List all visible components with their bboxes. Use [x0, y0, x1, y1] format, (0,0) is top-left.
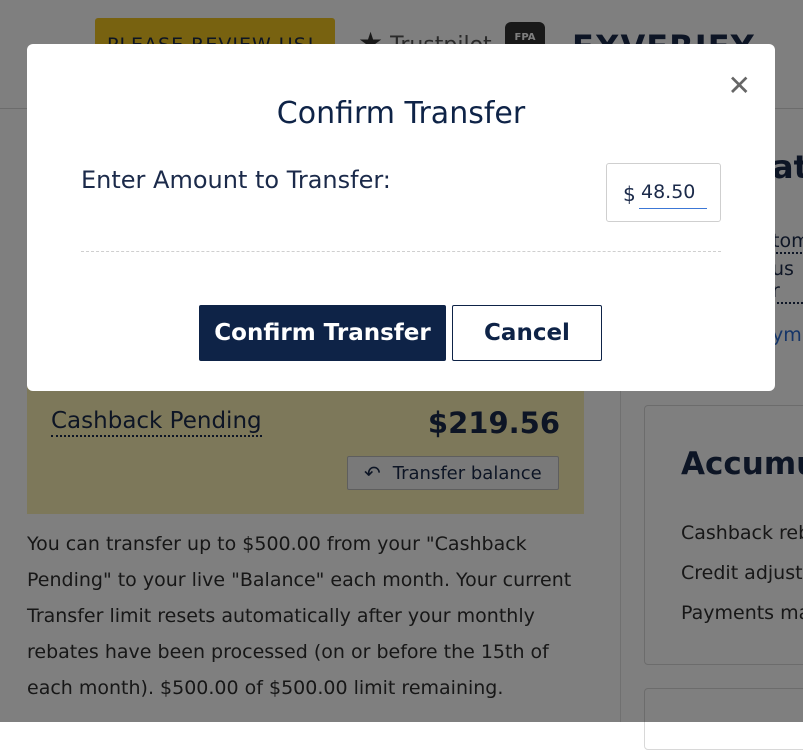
cancel-button[interactable]: Cancel [452, 305, 602, 361]
modal-divider [81, 251, 721, 252]
confirm-transfer-modal: Confirm Transfer ✕ Enter Amount to Trans… [27, 44, 775, 391]
amount-field-wrapper: $ [606, 163, 721, 222]
currency-symbol: $ [623, 182, 636, 206]
amount-input[interactable] [639, 176, 707, 209]
confirm-transfer-button[interactable]: Confirm Transfer [199, 305, 446, 361]
close-icon[interactable]: ✕ [728, 72, 751, 100]
amount-label: Enter Amount to Transfer: [81, 166, 391, 194]
modal-title: Confirm Transfer [276, 96, 526, 131]
